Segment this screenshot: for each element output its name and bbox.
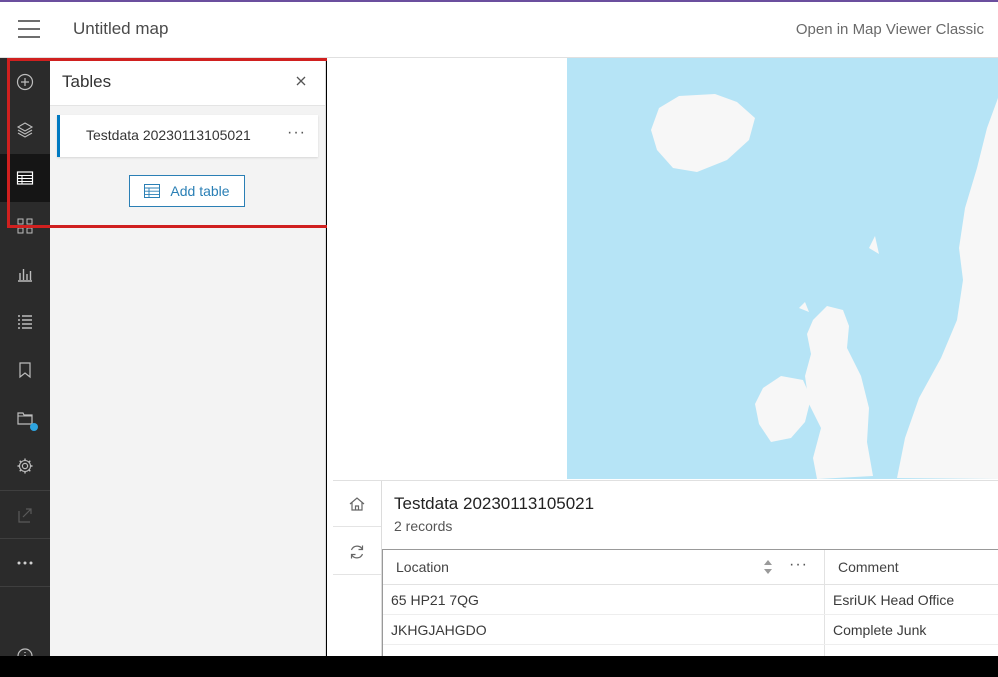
legend-button[interactable]	[0, 202, 50, 250]
home-button[interactable]	[333, 481, 381, 527]
grid-header: Location ··· Comment	[383, 550, 998, 585]
attribute-table: Testdata 20230113105021 2 records Locati…	[333, 480, 998, 660]
record-count: 2 records	[394, 518, 453, 534]
action-bar	[0, 58, 50, 664]
table-title: Testdata 20230113105021	[394, 494, 595, 513]
open-classic-link[interactable]: Open in Map Viewer Classic	[796, 21, 984, 38]
charts-icon	[18, 269, 32, 282]
layers-button[interactable]	[0, 106, 50, 154]
column-header[interactable]: Location	[396, 559, 449, 575]
list-icon	[18, 315, 32, 329]
menu-icon[interactable]	[18, 20, 40, 38]
table-cell: EsriUK Head Office	[833, 592, 955, 608]
add-table-label: Add table	[170, 183, 230, 199]
table-row[interactable]: JKHGJAHGDO Complete Junk	[383, 615, 998, 645]
refresh-icon	[350, 545, 364, 558]
table-cell: Complete Junk	[833, 622, 927, 638]
basemap-land	[651, 94, 998, 479]
screen-bottom-edge	[0, 656, 998, 677]
refresh-button[interactable]	[333, 529, 381, 575]
add-layer-button[interactable]	[0, 58, 50, 106]
table-item-more-button[interactable]: ···	[287, 124, 306, 142]
table-icon	[144, 184, 161, 198]
close-icon[interactable]	[293, 73, 309, 89]
table-toolbar	[333, 481, 382, 659]
tables-panel: Tables Testdata 20230113105021 ··· Add t…	[50, 58, 326, 658]
column-menu-button[interactable]: ···	[789, 556, 808, 574]
bookmark-icon	[19, 362, 31, 379]
bookmarks-button[interactable]	[0, 346, 50, 394]
table-icon	[16, 171, 34, 185]
share-icon	[18, 508, 32, 523]
add-table-button[interactable]: Add table	[129, 175, 245, 207]
table-cell: 65 HP21 7QG	[391, 592, 479, 608]
map-title[interactable]: Untitled map	[73, 19, 168, 39]
table-row[interactable]: 65 HP21 7QG EsriUK Head Office	[383, 585, 998, 615]
tables-button[interactable]	[0, 154, 50, 202]
table-list-item[interactable]: Testdata 20230113105021 ···	[57, 115, 318, 157]
table-item-label: Testdata 20230113105021	[86, 127, 251, 143]
sort-icon[interactable]	[763, 559, 773, 575]
charts-button[interactable]	[0, 250, 50, 298]
top-bar: Untitled map Open in Map Viewer Classic	[0, 0, 998, 58]
legend-icon	[17, 218, 33, 234]
gear-icon	[17, 458, 33, 474]
more-button[interactable]	[0, 539, 50, 587]
data-grid: Location ··· Comment 65 HP21 7QG EsriUK …	[382, 549, 998, 660]
settings-button[interactable]	[0, 442, 50, 490]
more-icon	[17, 561, 33, 565]
panel-title: Tables	[62, 72, 112, 91]
notification-dot	[30, 423, 38, 431]
basemap-button[interactable]	[0, 394, 50, 442]
table-cell: JKHGJAHGDO	[391, 622, 487, 638]
column-header[interactable]: Comment	[838, 559, 899, 575]
add-icon	[16, 73, 34, 91]
share-button[interactable]	[0, 491, 50, 539]
divider	[0, 586, 50, 587]
home-icon	[349, 496, 365, 511]
list-button[interactable]	[0, 298, 50, 346]
map-canvas[interactable]	[567, 58, 998, 479]
panel-header: Tables	[50, 58, 325, 106]
layers-icon	[16, 122, 34, 138]
